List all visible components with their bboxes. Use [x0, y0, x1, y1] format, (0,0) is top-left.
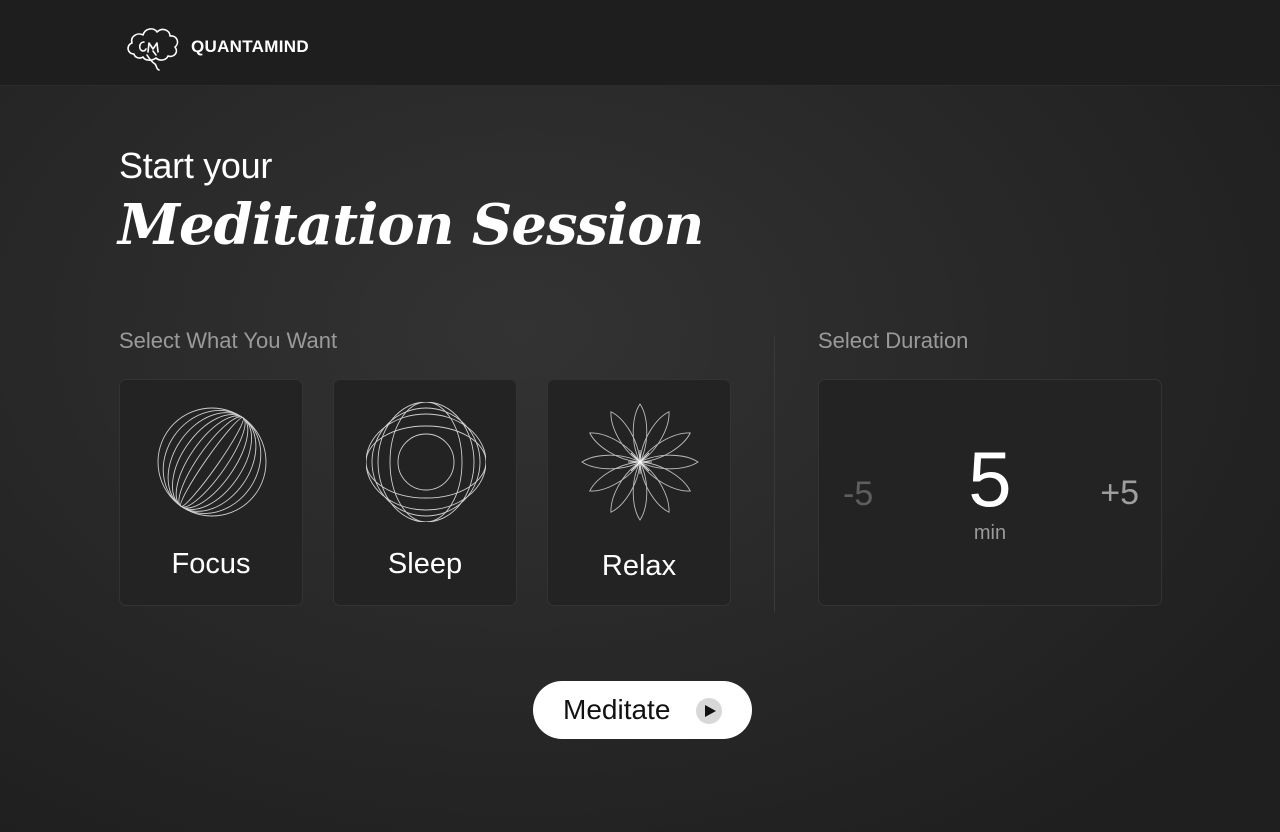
mode-label-sleep: Sleep: [387, 548, 463, 580]
mode-card-relax[interactable]: Relax: [547, 379, 731, 606]
page-subtitle: Start your: [119, 145, 273, 186]
meditate-button[interactable]: Meditate: [533, 681, 752, 739]
top-bar: QUANTAMIND: [0, 0, 1280, 86]
mode-section-label: Select What You Want: [119, 328, 338, 353]
mode-card-sleep[interactable]: Sleep: [333, 379, 517, 606]
duration-unit: min: [973, 522, 1007, 544]
duration-section-label: Select Duration: [818, 328, 969, 353]
duration-selector: -5 5 min +5: [818, 379, 1162, 606]
mode-card-focus[interactable]: Focus: [119, 379, 303, 606]
sphere-lines-icon: [157, 407, 267, 517]
brand-name: QUANTAMIND: [191, 37, 309, 56]
orbit-rings-icon: [366, 402, 486, 522]
mode-label-focus: Focus: [171, 548, 251, 580]
increase-duration-button[interactable]: +5: [1100, 474, 1139, 513]
meditate-button-label: Meditate: [563, 694, 671, 725]
brain-qm-logo-icon[interactable]: [124, 24, 182, 74]
section-divider: [774, 336, 775, 612]
mode-label-relax: Relax: [601, 550, 677, 582]
page-title: Meditation Session: [118, 192, 704, 258]
lotus-flower-icon: [581, 403, 699, 521]
play-icon: [696, 698, 722, 724]
